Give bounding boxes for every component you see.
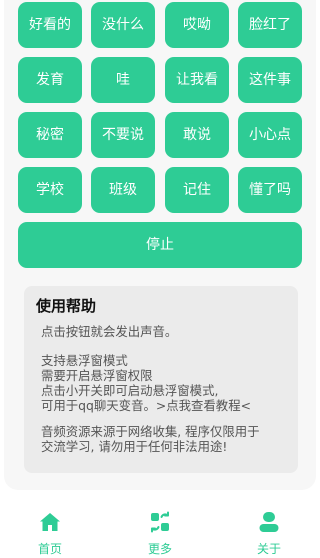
help-text-line: 点击小开关即可启动悬浮窗模式, — [41, 383, 219, 398]
tab-home[interactable]: 首页 — [20, 502, 80, 558]
stop-button[interactable]: 停止 — [18, 222, 302, 268]
sound-button[interactable]: 懂了吗 — [238, 167, 302, 213]
sound-button[interactable]: 小心点 — [238, 112, 302, 158]
help-text-segment: 可用于qq聊天变音。 — [41, 398, 156, 413]
sound-button[interactable]: 记住 — [165, 167, 229, 213]
help-panel: 使用帮助 点击按钮就会发出声音。 支持悬浮窗模式 需要开启悬浮窗权限 点击小开关… — [24, 286, 298, 473]
sound-button[interactable]: 敢说 — [165, 112, 229, 158]
sound-button[interactable]: 没什么 — [91, 2, 155, 48]
sound-button[interactable]: 学校 — [18, 167, 82, 213]
user-icon — [257, 510, 281, 534]
help-text-line: 音频资源来源于网络收集, 程序仅限用于 — [41, 424, 260, 439]
help-title: 使用帮助 — [36, 297, 97, 315]
tab-about-label: 关于 — [256, 542, 281, 556]
sound-button[interactable]: 脸红了 — [238, 2, 302, 48]
sound-button[interactable]: 哇 — [91, 57, 155, 103]
help-text-line: 支持悬浮窗模式 — [41, 353, 128, 368]
tab-home-label: 首页 — [37, 542, 62, 556]
sound-button[interactable]: 这件事 — [238, 57, 302, 103]
sound-button[interactable]: 班级 — [91, 167, 155, 213]
sound-button[interactable]: 让我看 — [165, 57, 229, 103]
tab-about[interactable]: 关于 — [239, 502, 299, 558]
bottom-tab-bar: 首页 更多 关于 — [0, 502, 320, 558]
tutorial-link[interactable]: >点我查看教程< — [156, 398, 251, 413]
sound-button[interactable]: 发育 — [18, 57, 82, 103]
help-text-line: 需要开启悬浮窗权限 — [41, 368, 153, 383]
sound-button[interactable]: 秘密 — [18, 112, 82, 158]
sound-button[interactable]: 不要说 — [91, 112, 155, 158]
sound-button[interactable]: 好看的 — [18, 2, 82, 48]
more-apps-icon — [148, 510, 172, 534]
help-text-line: 点击按钮就会发出声音。 — [41, 324, 178, 339]
help-text-line: 可用于qq聊天变音。>点我查看教程< — [41, 398, 251, 414]
tab-more-label: 更多 — [147, 542, 172, 556]
sound-button[interactable]: 哎呦 — [165, 2, 229, 48]
home-icon — [38, 510, 62, 534]
tab-more[interactable]: 更多 — [130, 502, 190, 558]
help-text-line: 交流学习, 请勿用于任何非法用途! — [41, 439, 228, 454]
